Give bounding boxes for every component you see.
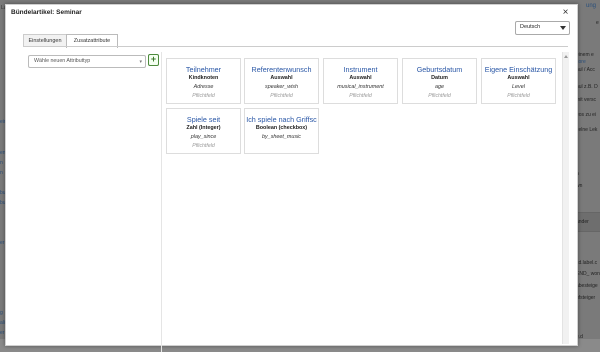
- attribute-card-required: Pflichtfeld: [270, 93, 293, 99]
- dialog-title: Bündelartikel: Seminar: [11, 9, 82, 16]
- dialog-header: Bündelartikel: Seminar ×: [6, 5, 577, 20]
- language-select[interactable]: Deutsch: [515, 21, 570, 35]
- attribute-card[interactable]: Instrument Auswahl musical_instrument Pf…: [323, 58, 398, 104]
- background-text: zelne Lek: [576, 127, 598, 133]
- attribute-card-key: musical_instrument: [337, 84, 384, 90]
- tab-divider: [23, 46, 568, 47]
- bundle-item-dialog: Bündelartikel: Seminar × Deutsch Einstel…: [5, 4, 578, 352]
- background-text: END_ won: [576, 271, 600, 277]
- attribute-card[interactable]: Referentenwunsch Auswahl speaker_wish Pf…: [244, 58, 319, 104]
- attribute-type-select[interactable]: Wähle neuen Attributtyp ▾: [28, 55, 146, 68]
- attribute-card-title: Geburtsdatum: [416, 65, 463, 74]
- attribute-card[interactable]: Spiele seit Zahl (Integer) play_since Pf…: [166, 108, 241, 154]
- content-scrollbar[interactable]: [562, 52, 569, 344]
- background-text: cd.label.c: [576, 260, 598, 266]
- attribute-card-key: age: [435, 84, 444, 90]
- attribute-card-key: Level: [512, 84, 525, 90]
- attribute-type-select-value: Wähle neuen Attributtyp: [34, 58, 91, 64]
- attribute-card-title: Spiele seit: [186, 115, 221, 124]
- chevron-down-icon: [560, 26, 566, 30]
- attribute-card-key: Adresse: [193, 84, 214, 90]
- attribute-card-title: Instrument: [343, 65, 378, 74]
- attribute-card-required: Pflichtfeld: [349, 93, 372, 99]
- attribute-card[interactable]: Teilnehmer Kindknoten Adresse Pflichtfel…: [166, 58, 241, 104]
- close-icon[interactable]: ×: [560, 7, 571, 18]
- attribute-card[interactable]: Ich spiele nach Griffsc Boolean (checkbo…: [244, 108, 319, 154]
- attribute-card-title: Eigene Einschätzung: [484, 65, 553, 74]
- attribute-card[interactable]: Eigene Einschätzung Auswahl Level Pflich…: [481, 58, 556, 104]
- background-link: g: [0, 310, 3, 316]
- attribute-card-type: Boolean (checkbox): [255, 125, 308, 131]
- background-text: mit versc: [576, 97, 596, 103]
- attribute-card-type: Kindknoten: [188, 75, 219, 81]
- chevron-down-icon: ▾: [139, 59, 142, 65]
- background-text: e: [596, 20, 599, 26]
- attribute-card-type: Auswahl: [349, 75, 372, 81]
- background-text: hul / Acc: [576, 67, 595, 73]
- attribute-card-type: Auswahl: [270, 75, 293, 81]
- attribute-card-type: Auswahl: [507, 75, 530, 81]
- attribute-card-key: speaker_wish: [265, 84, 298, 90]
- background-text: einem e: [576, 52, 594, 58]
- background-text: ufsteiger: [576, 295, 596, 301]
- language-select-value: Deutsch: [520, 24, 541, 30]
- background-text: abesteige: [576, 283, 598, 289]
- attribute-card-key: by_sheet_music: [262, 134, 301, 140]
- background-link: n: [0, 170, 3, 176]
- attribute-card-required: Pflichtfeld: [428, 93, 451, 99]
- attribute-card-key: play_since: [190, 134, 217, 140]
- attribute-type-panel: Wähle neuen Attributtyp ▾ +: [25, 52, 162, 352]
- attribute-card-type: Datum: [431, 75, 448, 81]
- scroll-up-icon[interactable]: [564, 55, 568, 58]
- attribute-card-title: Ich spiele nach Griffsc: [246, 115, 317, 124]
- attribute-card-required: Pflichtfeld: [507, 93, 530, 99]
- attribute-card-required: Pflichtfeld: [192, 93, 215, 99]
- background-link: ung: [586, 3, 597, 9]
- background-text: hul z.B. D: [576, 84, 598, 90]
- background-link: er: [0, 330, 5, 336]
- attribute-card[interactable]: Geburtsdatum Datum age Pflichtfeld: [402, 58, 477, 104]
- attribute-card-title: Teilnehmer: [185, 65, 222, 74]
- add-attribute-button[interactable]: +: [148, 54, 159, 66]
- background-link: n: [0, 160, 3, 166]
- attribute-card-required: Pflichtfeld: [192, 143, 215, 149]
- attribute-card-title: Referentenwunsch: [251, 65, 312, 74]
- attribute-card-type: Zahl (Integer): [186, 125, 221, 131]
- background-text: eos zu ei: [576, 112, 597, 118]
